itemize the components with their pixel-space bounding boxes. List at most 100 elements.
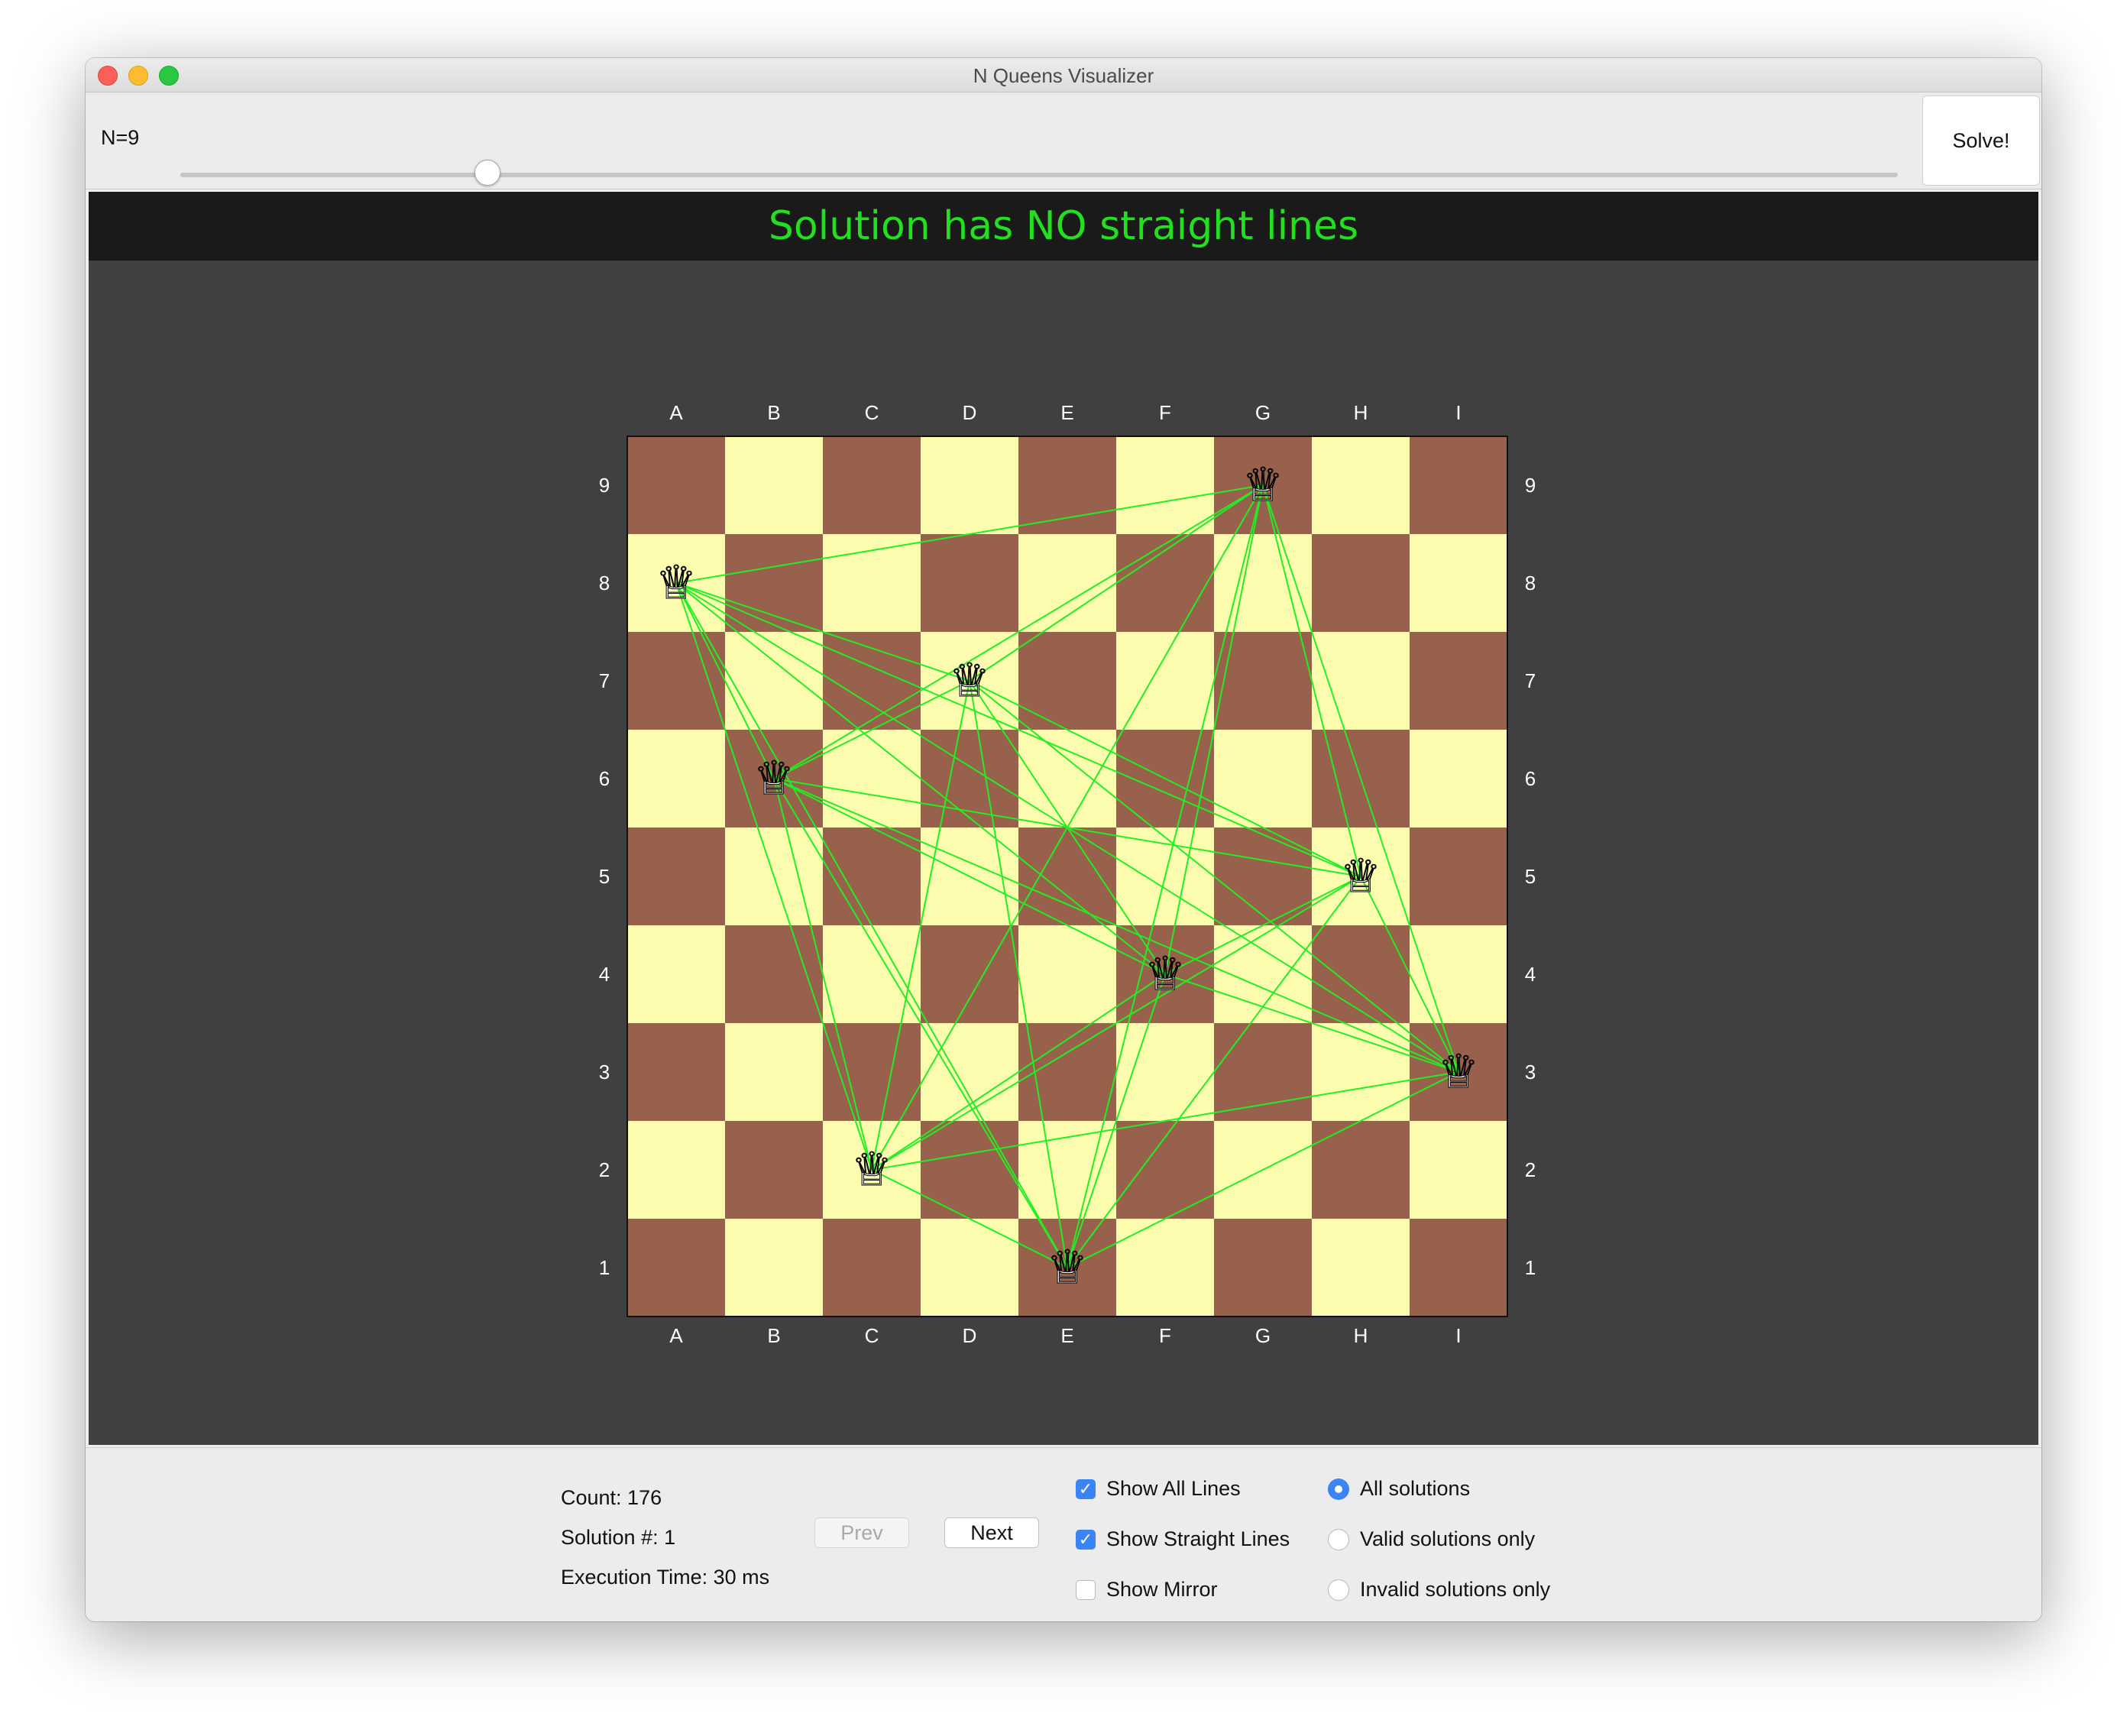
- prev-button[interactable]: Prev: [814, 1517, 909, 1548]
- board-square: [823, 730, 921, 828]
- column-label-top: D: [963, 401, 977, 424]
- board-square: [627, 1023, 725, 1121]
- board-square: [1312, 436, 1410, 534]
- board-square: [823, 436, 921, 534]
- column-label-bottom: E: [1060, 1324, 1073, 1347]
- board-square: [627, 828, 725, 925]
- board-square: [1214, 632, 1312, 730]
- board-square: [1410, 925, 1507, 1023]
- all-solutions-radio[interactable]: All solutions: [1328, 1477, 1470, 1501]
- board-square: [1214, 1023, 1312, 1121]
- checkbox-unchecked-icon: [1076, 1579, 1096, 1600]
- board-square: [1410, 534, 1507, 632]
- board-square: [627, 1219, 725, 1317]
- board-square: [823, 1023, 921, 1121]
- board-square: [1312, 925, 1410, 1023]
- column-label-bottom: A: [669, 1324, 683, 1347]
- all-solutions-label: All solutions: [1360, 1477, 1471, 1500]
- solve-button[interactable]: Solve!: [1922, 96, 2040, 186]
- board-square: [823, 925, 921, 1023]
- board-square: [1312, 632, 1410, 730]
- checkbox-checked-icon: ✓: [1076, 1529, 1096, 1550]
- board-square: [627, 1121, 725, 1219]
- n-slider-thumb[interactable]: [474, 160, 500, 186]
- column-label-top: E: [1060, 401, 1073, 424]
- row-label-left: 3: [599, 1061, 610, 1083]
- row-label-right: 2: [1525, 1158, 1536, 1181]
- board-square: [1312, 1121, 1410, 1219]
- solution-count: Count: 176: [561, 1486, 662, 1509]
- queen-icon: ♕: [851, 1143, 892, 1197]
- show-mirror-label: Show Mirror: [1106, 1578, 1218, 1601]
- board-square: [627, 436, 725, 534]
- column-label-top: H: [1354, 401, 1368, 424]
- board-square: [1410, 828, 1507, 925]
- board-square: [1312, 534, 1410, 632]
- board-square: [823, 828, 921, 925]
- title-bar: N Queens Visualizer: [86, 58, 2041, 92]
- queen-icon: ♕: [753, 752, 795, 805]
- show-straight-lines-label: Show Straight Lines: [1106, 1527, 1290, 1550]
- row-label-right: 8: [1525, 572, 1536, 594]
- queen-icon: ♕: [1242, 458, 1284, 512]
- row-label-right: 4: [1525, 963, 1536, 986]
- column-label-bottom: H: [1354, 1324, 1368, 1347]
- row-label-left: 1: [599, 1256, 610, 1279]
- row-label-left: 7: [599, 669, 610, 692]
- column-label-top: G: [1255, 401, 1271, 424]
- board-square: [1214, 828, 1312, 925]
- row-label-right: 1: [1525, 1256, 1536, 1279]
- row-label-right: 7: [1525, 669, 1536, 692]
- board-square: [725, 1023, 823, 1121]
- board-square: [1018, 1023, 1116, 1121]
- queen-icon: ♕: [1047, 1241, 1088, 1294]
- board-square: [725, 436, 823, 534]
- row-label-left: 4: [599, 963, 610, 986]
- queen-icon: ♕: [656, 556, 697, 610]
- execution-time: Execution Time: 30 ms: [561, 1566, 770, 1589]
- window-title: N Queens Visualizer: [973, 64, 1154, 87]
- show-straight-lines-checkbox[interactable]: ✓ Show Straight Lines: [1076, 1527, 1290, 1551]
- board-square: [1410, 1219, 1507, 1317]
- row-label-right: 5: [1525, 865, 1536, 888]
- column-label-top: C: [865, 401, 879, 424]
- column-label-bottom: F: [1159, 1324, 1171, 1347]
- board-square: [921, 1219, 1018, 1317]
- n-slider-track[interactable]: [180, 173, 1898, 177]
- board-square: [921, 436, 1018, 534]
- invalid-solutions-radio[interactable]: Invalid solutions only: [1328, 1578, 1550, 1602]
- board-square: [1018, 632, 1116, 730]
- app-window: N Queens Visualizer N=9 Solve! Solution …: [86, 58, 2041, 1621]
- column-label-bottom: D: [963, 1324, 977, 1347]
- n-label: N=9: [101, 126, 140, 149]
- board-square: [1312, 1023, 1410, 1121]
- column-label-top: F: [1159, 401, 1171, 424]
- board-square: [1018, 730, 1116, 828]
- board-square: [1214, 1219, 1312, 1317]
- row-label-left: 6: [599, 767, 610, 790]
- show-all-lines-checkbox[interactable]: ✓ Show All Lines: [1076, 1477, 1241, 1501]
- queen-icon: ♕: [1438, 1045, 1479, 1099]
- board-panel: Solution has NO straight lines AABBCCDDE…: [89, 192, 2038, 1445]
- column-label-bottom: I: [1455, 1324, 1461, 1347]
- board-square: [1018, 436, 1116, 534]
- row-label-left: 2: [599, 1158, 610, 1181]
- board-square: [1214, 730, 1312, 828]
- board-square: [725, 632, 823, 730]
- board-square: [1410, 730, 1507, 828]
- column-label-bottom: B: [767, 1324, 780, 1347]
- board-square: [1116, 436, 1214, 534]
- queen-icon: ♕: [949, 654, 990, 708]
- board-square: [1214, 534, 1312, 632]
- show-mirror-checkbox[interactable]: Show Mirror: [1076, 1578, 1218, 1602]
- column-label-top: B: [767, 401, 780, 424]
- row-label-left: 8: [599, 572, 610, 594]
- queen-icon: ♕: [1144, 947, 1186, 1001]
- board-square: [1116, 1023, 1214, 1121]
- board-square: [1116, 1121, 1214, 1219]
- board-square: [921, 534, 1018, 632]
- valid-solutions-radio[interactable]: Valid solutions only: [1328, 1527, 1535, 1551]
- checkbox-checked-icon: ✓: [1076, 1479, 1096, 1499]
- next-button[interactable]: Next: [944, 1517, 1039, 1548]
- board-square: [1116, 1219, 1214, 1317]
